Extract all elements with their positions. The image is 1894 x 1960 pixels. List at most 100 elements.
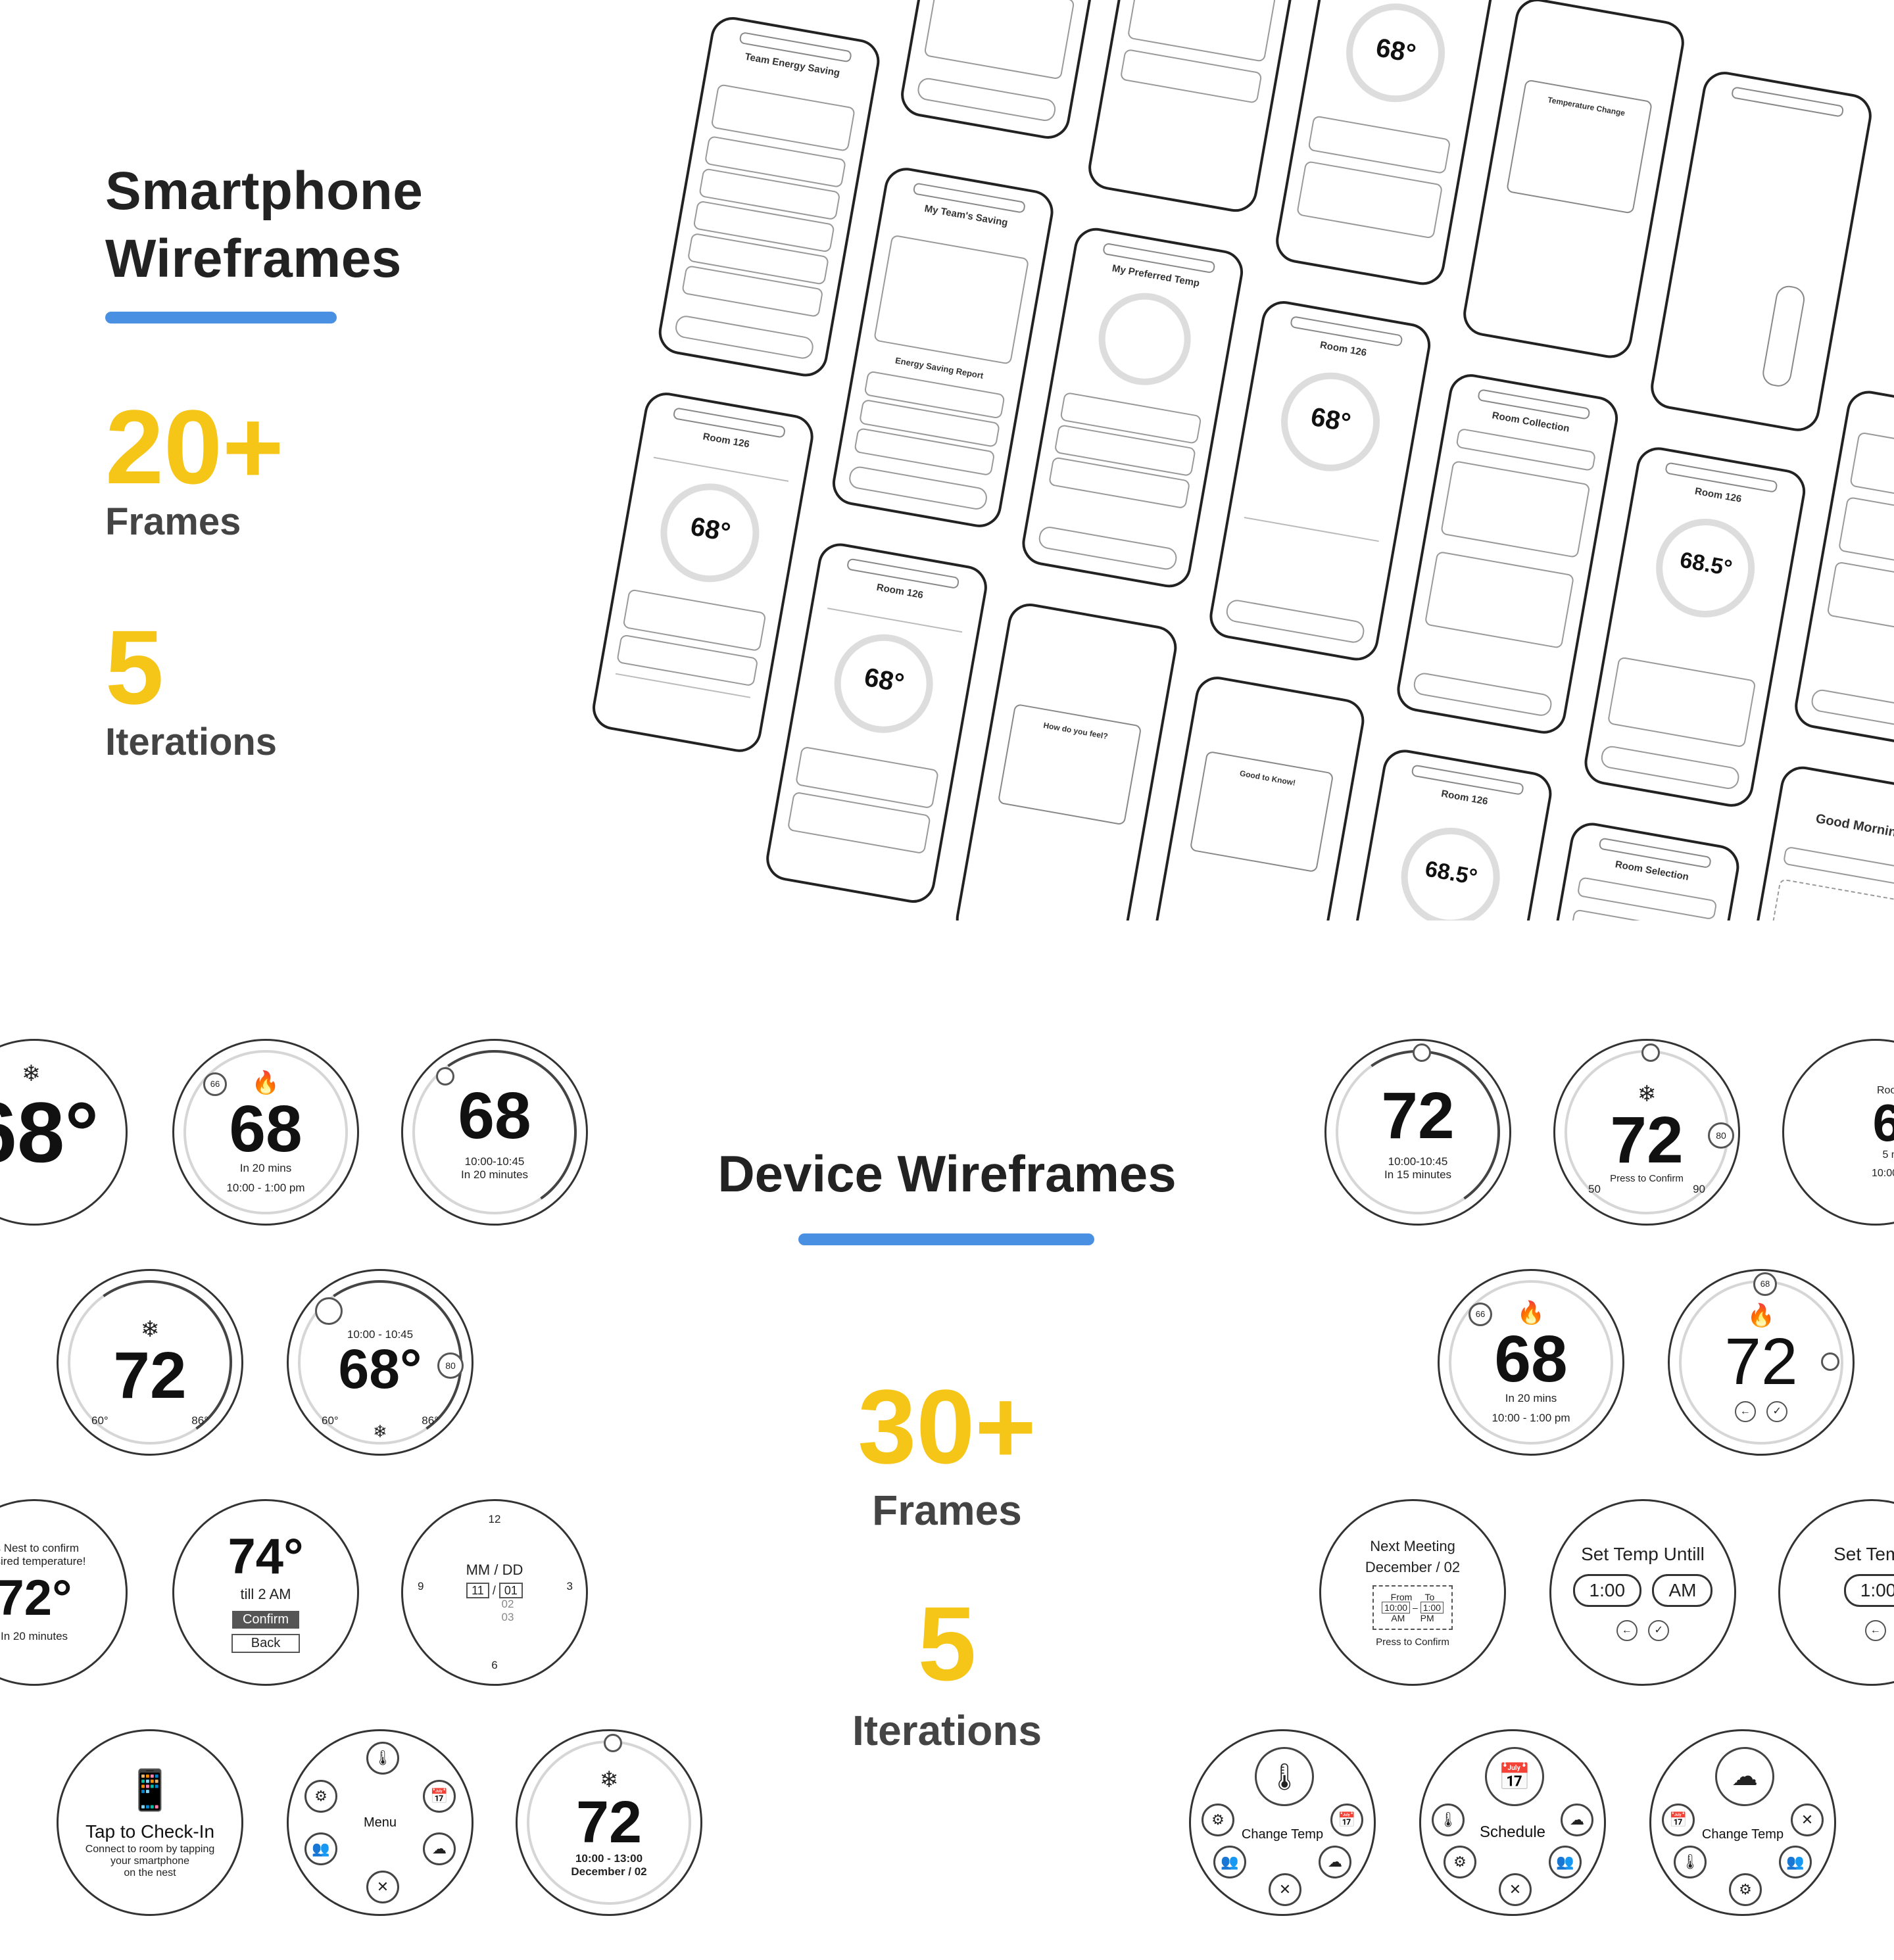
phone-temperature-change: Temperature Change xyxy=(1459,0,1688,362)
device-frame-3: 68 10:00-10:45 In 20 minutes xyxy=(401,1039,588,1226)
day-field[interactable]: 01 xyxy=(498,1582,523,1598)
device-frame-6: ss Nest to confirm desired temperature! … xyxy=(0,1499,128,1686)
cloud-icon[interactable]: ☁ xyxy=(1319,1846,1351,1878)
back-arrow-icon[interactable]: ← xyxy=(1616,1620,1638,1641)
phone-good-to-know: Good to Know! xyxy=(1140,673,1368,920)
phone-preferred-temp: My Preferred Temp xyxy=(1019,224,1247,591)
phone-my-team-saving: My Team's Saving Energy Saving Report xyxy=(829,164,1057,531)
device-frame-4: ❄ 72 60° 86° xyxy=(57,1269,243,1456)
from-time-field[interactable]: 10:00 xyxy=(1382,1601,1411,1613)
phone-grid: Team Energy Saving Room 126 68° My Team'… xyxy=(513,0,1894,920)
gear-icon[interactable]: ⚙ xyxy=(1202,1804,1234,1836)
gear-icon[interactable]: ⚙ xyxy=(1444,1846,1476,1878)
smartphone-iterations-label: Iterations xyxy=(105,721,278,763)
device-frame-11: ❄ 72 10:00 - 13:00 December / 02 xyxy=(516,1729,702,1916)
check-icon[interactable]: ✓ xyxy=(1648,1620,1670,1641)
device-frame-16: 68 🔥 72 ← ✓ xyxy=(1668,1269,1855,1456)
smartphone-title-underline xyxy=(105,312,337,323)
smartphone-frames-label: Frames xyxy=(105,500,241,543)
device-frame-20-change-temp: 🌡 ⚙ 📅 👥 ☁ ✕ Change Temp xyxy=(1189,1729,1376,1916)
phone-history: Room 126 68° xyxy=(1206,297,1434,664)
ampm-field[interactable]: AM xyxy=(1652,1574,1713,1607)
smartphone-title-line1: Smartphone xyxy=(105,161,424,221)
to-time-field[interactable]: 1:00 xyxy=(1420,1601,1444,1613)
snowflake-icon: ❄ xyxy=(22,1061,41,1086)
tap-phone-icon: 📱 xyxy=(125,1767,175,1812)
device-frame-14: Room 1 68 5 min 10:00 - 10 xyxy=(1782,1039,1894,1226)
device-frame-18-set-temp: Set Temp Untill 1:00 AM ← ✓ xyxy=(1549,1499,1736,1686)
smartphone-title-line2: Wireframes xyxy=(105,228,402,289)
smartphone-frames-number: 20+ xyxy=(105,388,284,506)
users-icon[interactable]: 👥 xyxy=(1549,1846,1582,1878)
device-frame-12: 72 10:00-10:45 In 15 minutes xyxy=(1324,1039,1511,1226)
phone-room-126-e: Room 126 68.5° xyxy=(1581,443,1809,811)
gear-icon[interactable]: ⚙ xyxy=(1729,1873,1762,1906)
calendar-icon[interactable]: 📅 xyxy=(423,1780,456,1813)
device-frames-label: Frames xyxy=(872,1487,1022,1534)
device-title: Device Wireframes xyxy=(717,1145,1177,1203)
calendar-icon[interactable]: 📅 xyxy=(1330,1804,1363,1836)
phone-room-126-a: Room 126 68° xyxy=(589,389,817,756)
hour-field[interactable]: 1:00 xyxy=(1572,1574,1642,1607)
current-temp-badge: 66 xyxy=(203,1072,227,1096)
phone-room-list xyxy=(1791,387,1894,754)
thermometer-icon[interactable]: 🌡 xyxy=(1432,1804,1465,1836)
phone-room-126-d: Room 126 68.5° xyxy=(1327,746,1555,920)
cloud-icon[interactable]: ☁ xyxy=(1561,1804,1593,1836)
thermometer-icon[interactable]: 🌡 xyxy=(366,1742,399,1775)
smartphone-iterations-number: 5 xyxy=(105,608,164,726)
phone-mockup-area: Team Energy Saving Room 126 68° My Team'… xyxy=(513,0,1894,920)
phone-room-126-c: Room 126 68° xyxy=(1272,0,1501,289)
thermometer-icon[interactable]: 🌡 xyxy=(1674,1846,1707,1878)
device-frame-13: 80 ❄ 72 Press to Confirm 50 90 xyxy=(1553,1039,1740,1226)
snowflake-icon: ❄ xyxy=(599,1767,619,1792)
device-frame-9-check-in: 📱 Tap to Check-In Connect to room by tap… xyxy=(57,1729,243,1916)
device-frame-1: ❄ 68° xyxy=(0,1039,128,1226)
phone-team-energy: Team Energy Saving xyxy=(655,13,883,380)
phone-feeling xyxy=(1084,0,1313,216)
device-iterations-label: Iterations xyxy=(852,1707,1042,1754)
device-frame-7: 74° till 2 AM Confirm Back xyxy=(172,1499,359,1686)
back-button[interactable]: Back xyxy=(231,1634,301,1653)
device-frame-19-set-temp: Set Temp U 1:00 ← ✓ xyxy=(1778,1499,1894,1686)
phone-nav-bar xyxy=(673,314,815,361)
phone-room-selection: Room Selection xyxy=(1515,819,1743,920)
gear-icon[interactable]: ⚙ xyxy=(304,1780,337,1813)
device-frame-17-next-meeting: Next Meeting December / 02 From To 10:00… xyxy=(1319,1499,1506,1686)
cloud-icon[interactable]: ☁ xyxy=(423,1832,456,1865)
smartphone-title: Smartphone Wireframes xyxy=(105,158,423,293)
close-icon[interactable]: ✕ xyxy=(1791,1804,1824,1836)
device-frame-21-schedule: 📅 🌡 ☁ ⚙ 👥 ✕ Schedule xyxy=(1419,1729,1606,1916)
device-frame-22-change-temp: ☁ 📅 ✕ 🌡 👥 ⚙ Change Temp xyxy=(1649,1729,1836,1916)
phone-blank-slider xyxy=(1647,68,1876,435)
users-icon[interactable]: 👥 xyxy=(304,1832,337,1865)
users-icon[interactable]: 👥 xyxy=(1779,1846,1812,1878)
thermometer-icon[interactable]: 🌡 xyxy=(1255,1747,1314,1806)
device-frame-8-date-picker: 12 3 6 9 MM / DD 11 / 01 02 03 xyxy=(401,1499,588,1686)
cloud-icon[interactable]: ☁ xyxy=(1715,1747,1774,1806)
calendar-icon[interactable]: 📅 xyxy=(1662,1804,1695,1836)
users-icon[interactable]: 👥 xyxy=(1213,1846,1246,1878)
device-iterations-number: 5 xyxy=(917,1585,977,1702)
close-icon[interactable]: ✕ xyxy=(1499,1873,1532,1906)
calendar-clock-icon[interactable]: 📅 xyxy=(1485,1747,1544,1806)
device-frames-number: 30+ xyxy=(858,1368,1036,1485)
device-frame-10-menu: 🌡 ⚙ 📅 👥 ☁ ✕ Menu xyxy=(287,1729,474,1916)
phone-schedule-top xyxy=(897,0,1126,143)
device-title-underline xyxy=(798,1233,1094,1245)
back-arrow-icon[interactable]: ← xyxy=(1864,1620,1886,1641)
snowflake-icon: ❄ xyxy=(373,1422,387,1441)
close-icon[interactable]: ✕ xyxy=(1269,1873,1301,1906)
confirm-button[interactable]: Confirm xyxy=(231,1611,299,1629)
month-field[interactable]: 11 xyxy=(466,1582,489,1598)
device-frame-5: 80 10:00 - 10:45 68° 60° 86° ❄ xyxy=(287,1269,474,1456)
back-arrow-icon[interactable]: ← xyxy=(1734,1401,1756,1422)
device-frame-2: 66 🔥 68 In 20 mins 10:00 - 1:00 pm xyxy=(172,1039,359,1226)
close-icon[interactable]: ✕ xyxy=(366,1871,399,1903)
hour-field[interactable]: 1:00 xyxy=(1843,1574,1894,1607)
check-icon[interactable]: ✓ xyxy=(1766,1401,1788,1422)
phone-how-do-you-feel: How do you feel? xyxy=(952,600,1180,920)
phone-room-126-b: Room 126 68° xyxy=(762,540,991,907)
phone-room-collection: Room Collection xyxy=(1394,370,1622,738)
device-frame-15: 66 🔥 68 In 20 mins 10:00 - 1:00 pm xyxy=(1438,1269,1624,1456)
